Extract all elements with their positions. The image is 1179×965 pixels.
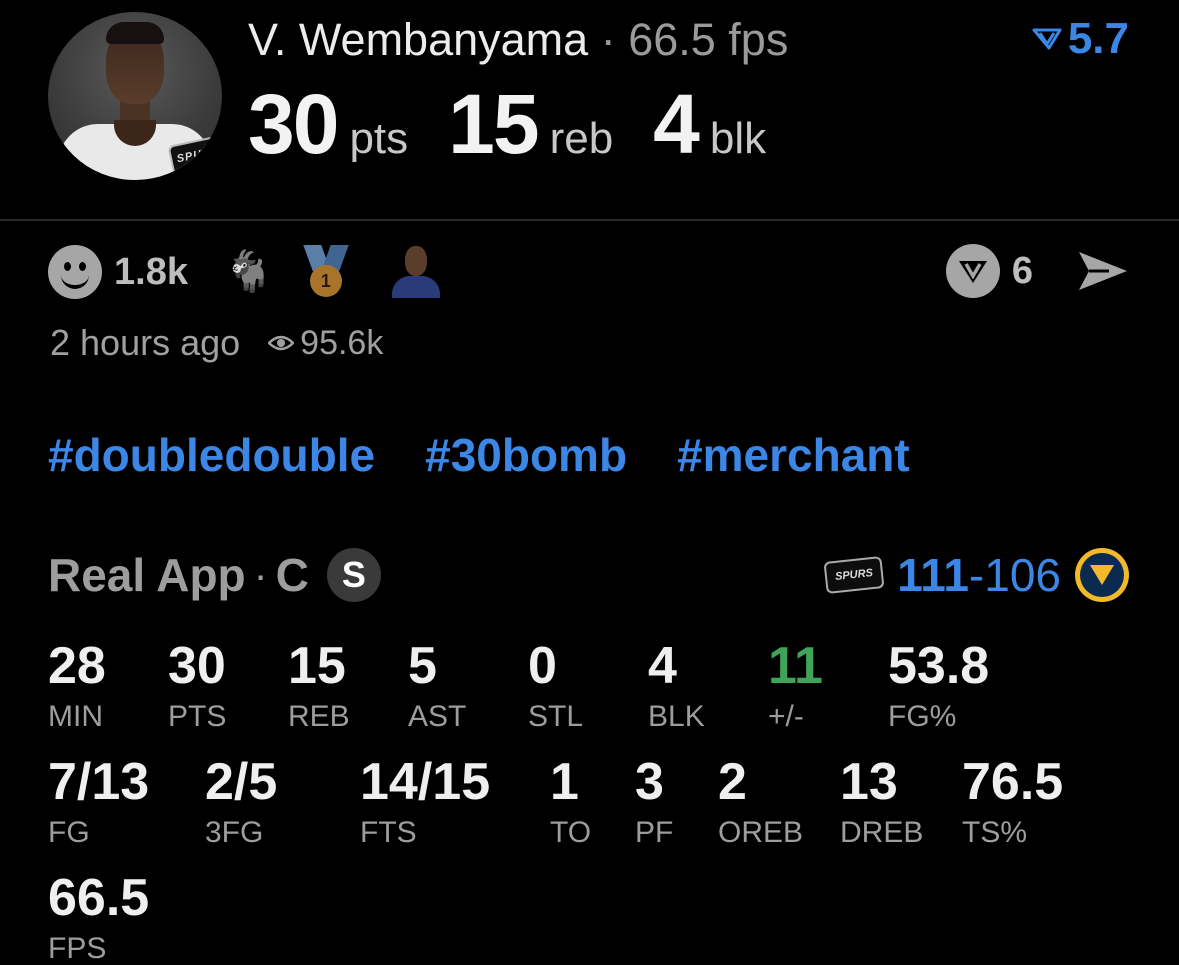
player-name-line: V. Wembanyama · 66.5 fps — [248, 14, 788, 66]
stat-min: 28 MIN — [48, 637, 106, 733]
game-score[interactable]: SPURS 111 - 106 — [823, 548, 1129, 602]
stat-ast: 5 AST — [408, 637, 467, 733]
medal-icon[interactable]: 1 — [303, 245, 349, 299]
stat-fps: 66.5 FPS — [48, 869, 150, 965]
rating-badge[interactable]: 5.7 — [1032, 14, 1129, 64]
headline-pts-value: 30 — [248, 77, 339, 171]
stat-ts-pct: 76.5 TS% — [962, 753, 1064, 849]
opponent-score: 106 — [984, 549, 1061, 601]
rating-value: 5.7 — [1067, 14, 1129, 63]
share-bar: 6 — [945, 244, 1131, 298]
stat-fts: 14/15 FTS — [360, 753, 491, 849]
reaction-count[interactable]: 1.8k — [114, 251, 188, 294]
player-name[interactable]: V. Wembanyama — [248, 14, 588, 65]
player-avatar[interactable]: SPURS — [48, 12, 222, 180]
post-time: 2 hours ago — [50, 322, 241, 363]
headline-reb-value: 15 — [448, 77, 539, 171]
fps-summary: 66.5 fps — [628, 14, 789, 65]
post-meta: 2 hours ago 95.6k — [50, 322, 383, 364]
separator-dot: · — [600, 14, 616, 65]
stat-fg: 7/13 FG — [48, 753, 150, 849]
stat-fg-pct: 53.8 FG% — [888, 637, 990, 733]
view-count: 95.6k — [268, 324, 383, 363]
smiley-icon[interactable] — [48, 245, 102, 299]
player-avatar-icon[interactable] — [388, 244, 444, 300]
hair-shape — [106, 22, 164, 44]
headline-pts-unit: pts — [349, 114, 409, 163]
source-label: Real App — [48, 549, 246, 601]
headline-blk-unit: blk — [709, 114, 767, 163]
headline-blk-value: 4 — [653, 77, 700, 171]
goat-icon[interactable]: 🐐 — [224, 252, 274, 292]
stat-plus-minus: 11 +/- — [768, 637, 823, 733]
headline-stats: 30 pts 15 reb 4 blk — [248, 76, 806, 173]
headline-reb-unit: reb — [549, 114, 614, 163]
starter-badge: S — [326, 548, 381, 602]
score-dash: - — [968, 549, 985, 601]
hashtag[interactable]: #merchant — [677, 428, 910, 482]
reactions-bar: 1.8k 🐐 1 — [48, 244, 444, 300]
hashtag[interactable]: #doubledouble — [48, 428, 375, 482]
stat-blk: 4 BLK — [648, 637, 705, 733]
separator-dot: · — [253, 551, 268, 598]
v-rating-icon — [1032, 28, 1062, 50]
stat-reb: 15 REB — [288, 637, 350, 733]
stat-stl: 0 STL — [528, 637, 584, 733]
eye-icon — [268, 335, 295, 351]
hashtag-list: #doubledouble #30bomb #merchant — [48, 428, 910, 482]
send-icon[interactable] — [1075, 248, 1131, 294]
position-label: C — [275, 549, 309, 601]
spurs-team-logo-icon: SPURS — [823, 556, 885, 594]
hashtag[interactable]: #30bomb — [425, 428, 627, 482]
vote-count: 6 — [1011, 249, 1033, 292]
stat-to: 1 TO — [550, 753, 592, 849]
header-divider — [0, 219, 1179, 221]
stat-dreb: 13 DREB — [840, 753, 924, 849]
nuggets-team-logo-icon — [1075, 548, 1129, 602]
game-source-row: Real App · C S — [48, 548, 381, 602]
view-count-value: 95.6k — [300, 323, 384, 362]
stat-3fg: 2/5 3FG — [205, 753, 278, 849]
v-vote-icon[interactable] — [945, 244, 1000, 298]
stat-pf: 3 PF — [635, 753, 674, 849]
team-score: 111 — [897, 549, 969, 601]
stat-oreb: 2 OREB — [718, 753, 804, 849]
stat-pts: 30 PTS — [168, 637, 227, 733]
